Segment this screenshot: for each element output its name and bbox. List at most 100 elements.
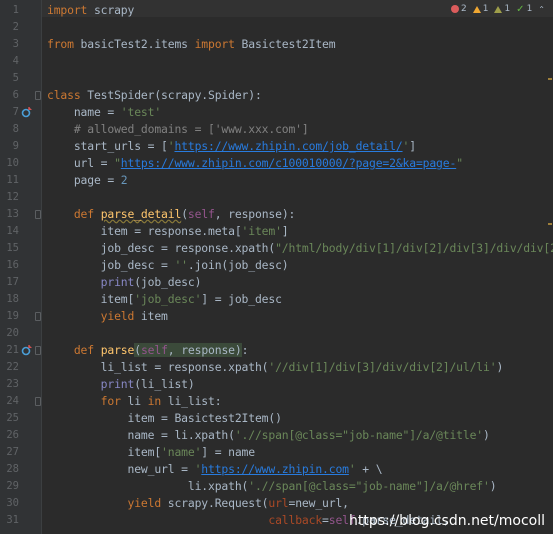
fold-marker-icon[interactable] (35, 312, 41, 321)
fold-marker-icon[interactable] (35, 91, 41, 100)
code-line[interactable]: 14 item = response.meta['item'] (0, 223, 553, 240)
code-line[interactable]: 18 item['job_desc'] = job_desc (0, 291, 553, 308)
line-number: 29 (6, 480, 19, 492)
line-number: 15 (6, 242, 19, 254)
line-number: 31 (6, 514, 19, 526)
warning-stripe-mark[interactable] (548, 223, 552, 225)
code-text: job_desc = ''.join(job_desc) (47, 258, 289, 272)
error-count[interactable]: 2 (450, 4, 467, 14)
line-number: 12 (6, 191, 19, 203)
error-stripe[interactable] (547, 18, 553, 518)
line-number: 16 (6, 259, 19, 271)
code-line[interactable]: 8 # allowed_domains = ['www.xxx.com'] (0, 121, 553, 138)
line-number: 4 (12, 55, 19, 67)
code-line[interactable]: 13 def parse_detail(self, response): (0, 206, 553, 223)
warning-icon (472, 5, 481, 13)
line-number: 30 (6, 497, 19, 509)
error-icon (450, 5, 459, 13)
code-line[interactable]: 27 item['name'] = name (0, 444, 553, 461)
code-line[interactable]: 20 (0, 325, 553, 342)
code-text: job_desc = response.xpath("/html/body/di… (47, 241, 553, 255)
code-text: item['name'] = name (47, 445, 255, 459)
code-line[interactable]: 24 for li in li_list: (0, 393, 553, 410)
watermark: https://blog.csdn.net/mocoll (349, 513, 545, 529)
code-text: li.xpath('.//span[@class="job-name"]/a/@… (47, 479, 497, 493)
ok-count-value: 1 (526, 4, 533, 14)
code-line[interactable]: 6 class TestSpider(scrapy.Spider): (0, 87, 553, 104)
code-line[interactable]: 4 (0, 53, 553, 70)
line-number: 8 (12, 123, 19, 135)
code-text: for li in li_list: (100, 394, 222, 408)
line-number: 27 (6, 446, 19, 458)
code-line[interactable]: 19 yield item (0, 308, 553, 325)
line-number: 7 (12, 106, 19, 118)
fold-marker-icon[interactable] (35, 346, 41, 355)
inspection-widget[interactable]: 2 1 1 ✓ 1 ⌃ (450, 2, 545, 16)
code-text: yield item (100, 309, 168, 323)
code-text: # allowed_domains = ['www.xxx.com'] (47, 122, 309, 136)
code-line[interactable]: 10 url = "https://www.zhipin.com/c100010… (0, 155, 553, 172)
code-text: def parse(self, response): (73, 343, 249, 357)
code-line[interactable]: 30 yield scrapy.Request(url=new_url, (0, 495, 553, 512)
chevron-up-icon[interactable]: ⌃ (538, 5, 545, 14)
code-line[interactable]: 29 li.xpath('.//span[@class="job-name"]/… (0, 478, 553, 495)
code-line[interactable]: 9 start_urls = ['https://www.zhipin.com/… (0, 138, 553, 155)
code-line[interactable]: 7 name = 'test' (0, 104, 553, 121)
code-text: item = Basictest2Item() (47, 411, 282, 425)
code-line[interactable]: 21 def parse(self, response): (0, 342, 553, 359)
line-number: 14 (6, 225, 19, 237)
override-method-icon[interactable] (21, 344, 33, 356)
code-line[interactable]: 12 (0, 189, 553, 206)
code-text: print(li_list) (100, 377, 195, 391)
line-number: 3 (12, 38, 19, 50)
line-number: 13 (6, 208, 19, 220)
fold-marker-icon[interactable] (35, 397, 41, 406)
code-line[interactable]: 25 item = Basictest2Item() (0, 410, 553, 427)
code-text: print(job_desc) (100, 275, 202, 289)
code-line[interactable]: 3 from basicTest2.items import Basictest2… (0, 36, 553, 53)
code-line[interactable]: 5 (0, 70, 553, 87)
line-number: 9 (12, 140, 19, 152)
ok-count[interactable]: ✓ 1 (516, 4, 532, 15)
code-line[interactable]: 28 new_url = 'https://www.zhipin.com' + … (0, 461, 553, 478)
code-line[interactable]: 11 page = 2 (0, 172, 553, 189)
code-line[interactable]: 23 print(li_list) (0, 376, 553, 393)
code-text: page = 2 (47, 173, 128, 187)
code-text: name = li.xpath('.//span[@class="job-nam… (47, 428, 490, 442)
weak-warning-icon (494, 5, 503, 13)
warning-stripe-mark[interactable] (548, 78, 552, 80)
line-number: 24 (6, 395, 19, 407)
code-line[interactable]: 26 name = li.xpath('.//span[@class="job-… (0, 427, 553, 444)
line-number: 18 (6, 293, 19, 305)
code-text: item = response.meta['item'] (47, 224, 289, 238)
line-number: 5 (12, 72, 19, 84)
error-count-value: 2 (460, 4, 467, 14)
check-icon: ✓ (516, 3, 525, 15)
code-line[interactable]: 22 li_list = response.xpath('//div[1]/di… (0, 359, 553, 376)
code-text: name = 'test' (47, 105, 162, 119)
code-text: li_list = response.xpath('//div[1]/div[3… (47, 360, 504, 374)
weak-warning-count-value: 1 (504, 4, 511, 14)
code-editor[interactable]: 1 import scrapy 2 3 from basicTest2.items im… (0, 0, 553, 534)
warning-count[interactable]: 1 (472, 4, 489, 14)
line-number: 22 (6, 361, 19, 373)
weak-warning-count[interactable]: 1 (494, 4, 510, 14)
line-number: 23 (6, 378, 19, 390)
fold-marker-icon[interactable] (35, 210, 41, 219)
line-number: 20 (6, 327, 19, 339)
line-number: 11 (6, 174, 19, 186)
code-text: yield scrapy.Request(url=new_url, (127, 496, 350, 510)
code-line[interactable]: 16 job_desc = ''.join(job_desc) (0, 257, 553, 274)
code-line[interactable]: 15 job_desc = response.xpath("/html/body… (0, 240, 553, 257)
override-method-icon[interactable] (21, 106, 33, 118)
line-number: 10 (6, 157, 19, 169)
code-line[interactable]: 2 (0, 19, 553, 36)
line-number: 28 (6, 463, 19, 475)
code-text: start_urls = ['https://www.zhipin.com/jo… (47, 139, 416, 153)
code-line[interactable]: 17 print(job_desc) (0, 274, 553, 291)
code-text: from basicTest2.items import Basictest2I… (47, 37, 336, 51)
warning-count-value: 1 (482, 4, 489, 14)
line-number: 26 (6, 429, 19, 441)
line-number: 2 (12, 21, 19, 33)
code-text: new_url = 'https://www.zhipin.com' + \ (47, 462, 383, 476)
